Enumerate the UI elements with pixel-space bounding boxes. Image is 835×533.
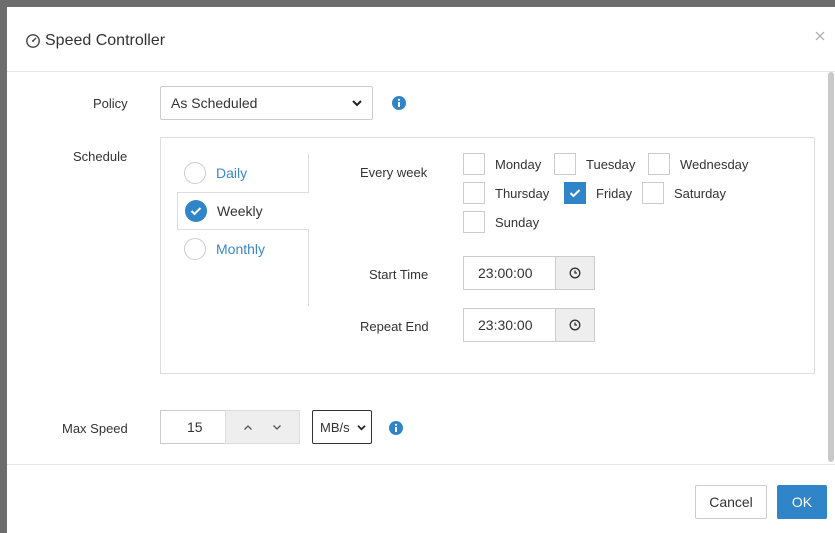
repeat-end-input[interactable]: 23:30:00 — [463, 308, 555, 342]
chevron-down-icon — [357, 424, 366, 430]
dialog-header: Speed Controller — [7, 7, 835, 72]
day-wednesday[interactable]: Wednesday — [648, 153, 748, 175]
schedule-label: Schedule — [73, 149, 128, 164]
start-time-label: Start Time — [369, 267, 429, 282]
checkbox-wednesday[interactable] — [648, 153, 670, 175]
speed-controller-dialog: Speed Controller Policy As Scheduled Sch… — [7, 7, 835, 533]
day-friday[interactable]: Friday — [564, 182, 632, 204]
info-icon[interactable] — [392, 96, 406, 110]
checkbox-tuesday[interactable] — [554, 153, 576, 175]
policy-select-value: As Scheduled — [171, 95, 258, 111]
radio-weekly[interactable] — [185, 200, 207, 222]
dialog-scrollbar[interactable] — [828, 72, 834, 462]
max-speed-label: Max Speed — [62, 421, 128, 436]
chevron-down-icon — [352, 100, 362, 107]
check-icon — [569, 189, 581, 198]
day-thursday-label: Thursday — [495, 185, 550, 201]
day-tuesday[interactable]: Tuesday — [554, 153, 635, 175]
checkbox-thursday[interactable] — [463, 182, 485, 204]
start-time-picker: 23:00:00 — [463, 256, 595, 290]
speed-unit-value: MB/s — [320, 419, 350, 435]
day-tuesday-label: Tuesday — [586, 156, 636, 172]
day-monday-label: Monday — [495, 156, 542, 172]
day-thursday[interactable]: Thursday — [463, 182, 549, 204]
dialog-title: Speed Controller — [25, 32, 165, 50]
day-saturday-label: Saturday — [674, 185, 727, 201]
start-time-button[interactable] — [555, 256, 595, 290]
schedule-panel: Daily Weekly Monthly Every week Monday T… — [160, 137, 815, 374]
tab-monthly[interactable]: Monthly — [177, 230, 309, 268]
tab-weekly-label: Weekly — [217, 203, 263, 219]
check-icon — [190, 207, 202, 216]
close-icon[interactable] — [813, 29, 827, 43]
day-sunday[interactable]: Sunday — [463, 211, 539, 233]
schedule-tabs: Daily Weekly Monthly — [177, 154, 309, 306]
day-friday-label: Friday — [596, 185, 633, 201]
clock-icon — [569, 319, 581, 331]
policy-select[interactable]: As Scheduled — [160, 86, 373, 120]
day-monday[interactable]: Monday — [463, 153, 541, 175]
tab-weekly[interactable]: Weekly — [177, 192, 309, 230]
radio-monthly[interactable] — [184, 238, 206, 260]
ok-button[interactable]: OK — [777, 485, 827, 519]
policy-label: Policy — [93, 96, 128, 111]
dialog-title-text: Speed Controller — [45, 32, 166, 49]
speedometer-icon — [26, 34, 40, 48]
tab-daily-label: Daily — [216, 165, 248, 181]
chevron-up-icon[interactable] — [243, 424, 253, 431]
cancel-button[interactable]: Cancel — [695, 485, 767, 519]
day-wednesday-label: Wednesday — [680, 156, 749, 172]
checkbox-friday[interactable] — [564, 182, 586, 204]
repeat-end-label: Repeat End — [360, 319, 429, 334]
repeat-end-picker: 23:30:00 — [463, 308, 595, 342]
chevron-down-icon[interactable] — [272, 424, 282, 431]
checkbox-monday[interactable] — [463, 153, 485, 175]
max-speed-stepper: 15 — [160, 410, 300, 444]
repeat-end-button[interactable] — [555, 308, 595, 342]
every-week-label: Every week — [360, 165, 428, 180]
tab-monthly-label: Monthly — [216, 241, 266, 257]
info-icon[interactable] — [389, 421, 403, 435]
tab-spacer — [177, 268, 309, 306]
start-time-input[interactable]: 23:00:00 — [463, 256, 555, 290]
clock-icon — [569, 267, 581, 279]
radio-daily[interactable] — [184, 162, 206, 184]
checkbox-sunday[interactable] — [463, 211, 485, 233]
checkbox-saturday[interactable] — [642, 182, 664, 204]
day-saturday[interactable]: Saturday — [642, 182, 726, 204]
speed-unit-select[interactable]: MB/s — [312, 410, 372, 444]
max-speed-spin-buttons — [225, 410, 300, 444]
tab-daily[interactable]: Daily — [177, 154, 309, 192]
dialog-footer: Cancel OK — [7, 464, 835, 533]
day-sunday-label: Sunday — [495, 214, 540, 230]
max-speed-input[interactable]: 15 — [160, 410, 225, 444]
